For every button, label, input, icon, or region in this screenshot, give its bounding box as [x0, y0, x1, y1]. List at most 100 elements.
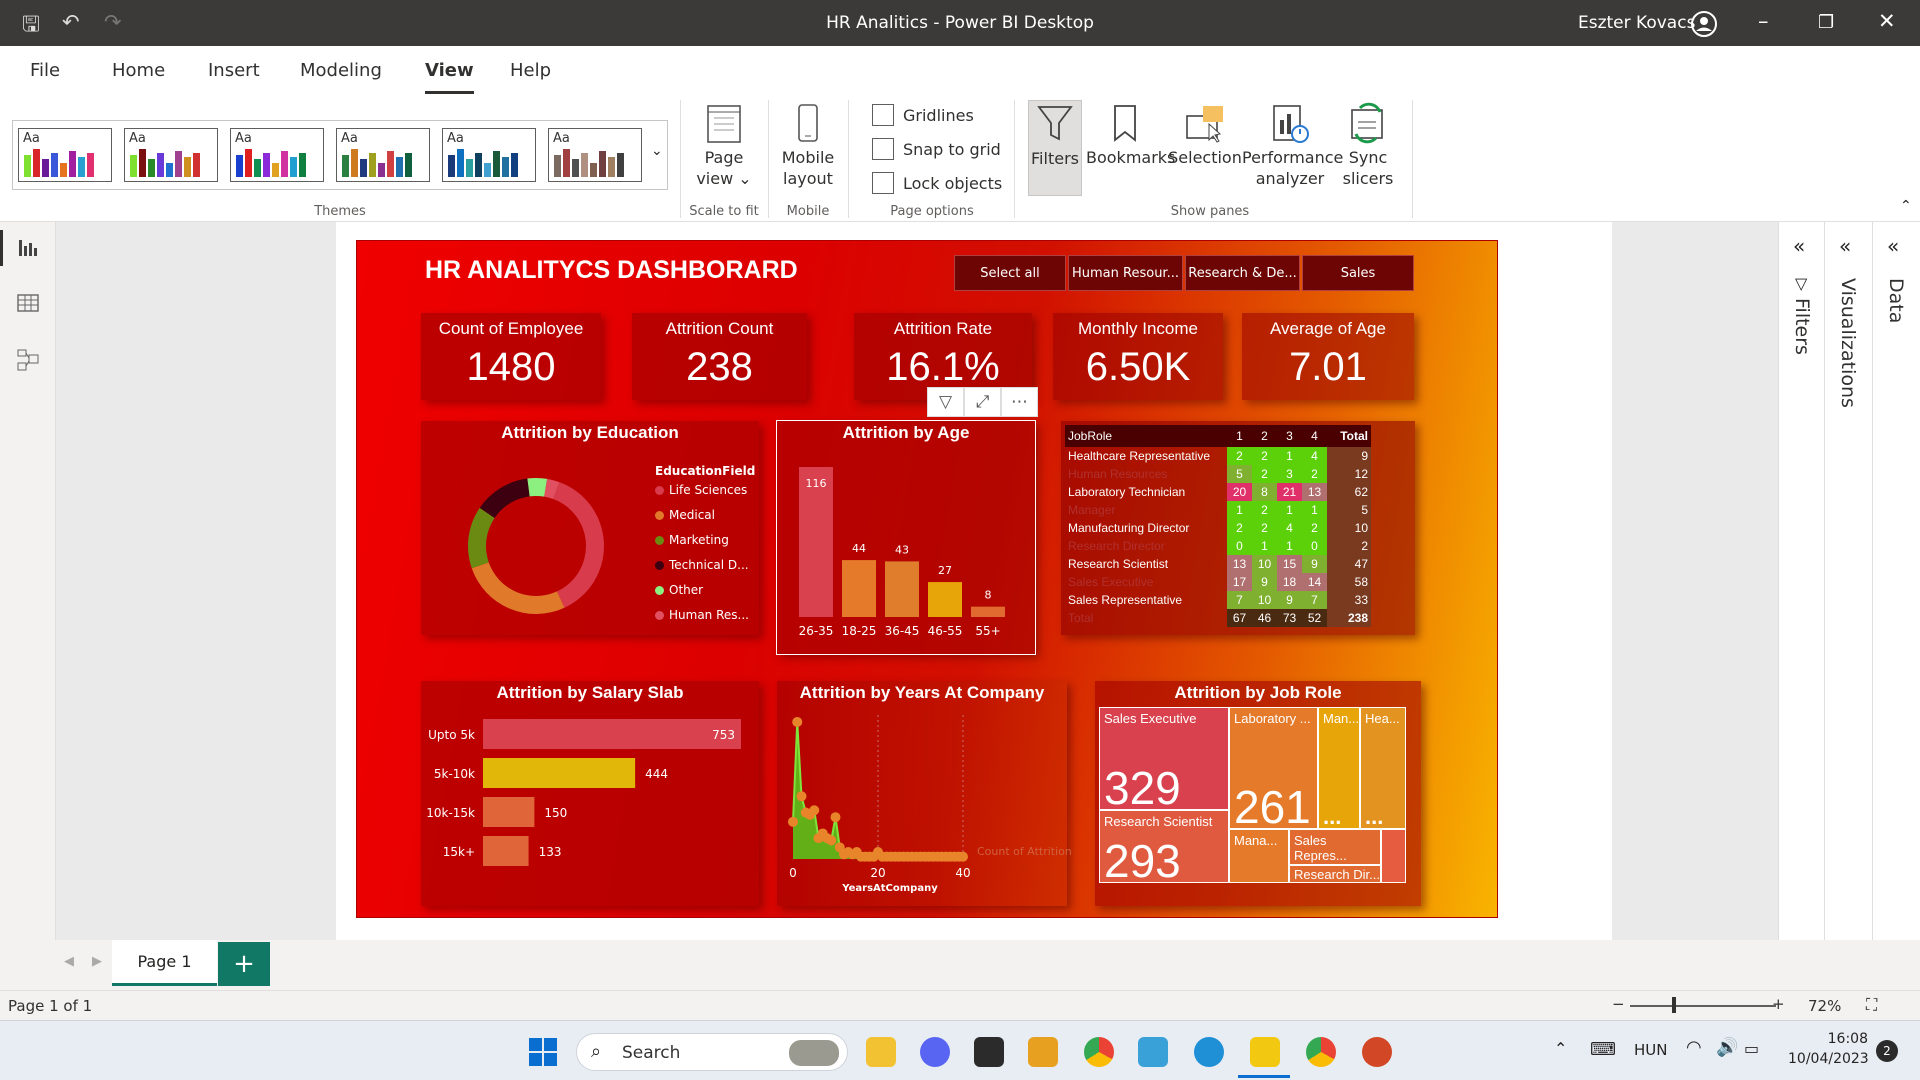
- power-bi-icon[interactable]: [1250, 1037, 1280, 1067]
- battery-icon[interactable]: ▭: [1744, 1039, 1759, 1058]
- language-indicator[interactable]: HUN: [1634, 1041, 1667, 1059]
- header-cell[interactable]: 1: [1227, 425, 1252, 447]
- menu-insert[interactable]: Insert: [208, 60, 260, 81]
- theme-2[interactable]: Aa: [124, 128, 218, 182]
- expand-filters-icon[interactable]: «: [1793, 234, 1805, 258]
- checkbox[interactable]: [872, 138, 894, 160]
- bookmarks-pane-button[interactable]: Bookmarks: [1086, 102, 1175, 168]
- donut-slice[interactable]: [553, 482, 604, 608]
- age-bar[interactable]: [842, 560, 876, 617]
- app-icon[interactable]: [1028, 1037, 1058, 1067]
- zoom-in-icon[interactable]: +: [1772, 995, 1785, 1013]
- more-options-icon[interactable]: ⋯: [1001, 387, 1038, 417]
- treemap-tile-research-director[interactable]: Research Dir...: [1289, 865, 1381, 883]
- salary-bar[interactable]: [483, 836, 529, 866]
- data-point[interactable]: [809, 805, 820, 816]
- salary-bar[interactable]: [483, 758, 636, 788]
- legend-item[interactable]: Marketing: [655, 533, 729, 547]
- matrix-row[interactable]: Sales Executive 17 9 18 14 58: [1065, 573, 1371, 591]
- theme-3[interactable]: Aa: [230, 128, 324, 182]
- salary-bar[interactable]: [483, 797, 535, 827]
- data-point[interactable]: [830, 812, 841, 823]
- jobrole-matrix[interactable]: JobRole 1 2 3 4 Total Healthcare Represe…: [1061, 421, 1415, 635]
- legend-item[interactable]: Technical D...: [655, 558, 749, 572]
- minimize-icon[interactable]: –: [1758, 9, 1769, 33]
- salary-bar[interactable]: [483, 719, 741, 749]
- treemap-tile-sales-representative[interactable]: Sales Repres...: [1289, 829, 1381, 865]
- donut-slice[interactable]: [471, 562, 565, 614]
- matrix-row[interactable]: Research Director 0 1 1 0 2: [1065, 537, 1371, 555]
- data-point[interactable]: [958, 851, 968, 862]
- matrix-row[interactable]: Human Resources 5 2 3 2 12: [1065, 465, 1371, 483]
- data-point[interactable]: [788, 816, 798, 827]
- gridlines-checkbox[interactable]: Gridlines: [872, 104, 974, 126]
- chrome-icon[interactable]: [1084, 1037, 1114, 1067]
- salary-bar-chart[interactable]: Upto 5k 753 5k-10k 444 10k-15k 150 15k+ 133: [421, 711, 759, 903]
- kpi-card[interactable]: Average of Age 7.01: [1242, 313, 1414, 400]
- matrix-row[interactable]: Research Scientist 13 10 15 9 47: [1065, 555, 1371, 573]
- theme-5[interactable]: Aa: [442, 128, 536, 182]
- matrix-row[interactable]: Laboratory Technician 20 8 21 13 62: [1065, 483, 1371, 501]
- file-explorer-icon[interactable]: [866, 1037, 896, 1067]
- theme-6[interactable]: Aa: [548, 128, 642, 182]
- page-view-button[interactable]: Page view ⌄: [688, 102, 760, 189]
- powerpoint-icon[interactable]: [1362, 1037, 1392, 1067]
- prev-page-icon[interactable]: ◀: [64, 954, 74, 969]
- volume-icon[interactable]: 🔊: [1716, 1037, 1738, 1058]
- header-cell[interactable]: 2: [1252, 425, 1277, 447]
- filters-pane-collapsed[interactable]: « ▽ Filters: [1778, 222, 1824, 940]
- performance-analyzer-button[interactable]: Performance analyzer: [1242, 102, 1343, 189]
- data-point[interactable]: [792, 716, 803, 727]
- donut-slice[interactable]: [468, 507, 495, 569]
- kpi-card[interactable]: Monthly Income 6.50K: [1053, 313, 1223, 400]
- zoom-slider-thumb[interactable]: [1672, 997, 1676, 1013]
- age-bar[interactable]: [928, 582, 962, 617]
- model-view-icon[interactable]: [17, 348, 39, 372]
- legend-item[interactable]: Life Sciences: [655, 483, 747, 497]
- add-page-button[interactable]: +: [218, 942, 270, 986]
- jobrole-treemap-visual[interactable]: Attrition by Job Role Sales Executive 329…: [1095, 681, 1421, 906]
- slicer-sales[interactable]: Sales: [1302, 255, 1414, 291]
- focus-mode-icon[interactable]: ⤢: [964, 387, 1001, 417]
- selection-pane-button[interactable]: Selection: [1168, 102, 1242, 168]
- matrix-row[interactable]: Manager 1 2 1 1 5: [1065, 501, 1371, 519]
- next-page-icon[interactable]: ▶: [92, 954, 102, 969]
- treemap-tile-human-resources[interactable]: [1381, 829, 1406, 883]
- windows-start-icon[interactable]: [528, 1037, 558, 1067]
- kpi-card[interactable]: Attrition Count 238: [632, 313, 807, 400]
- years-area-chart[interactable]: 0 20 40 YearsAtCompany Count of Attrition: [777, 707, 1077, 905]
- mobile-layout-button[interactable]: Mobile layout: [776, 102, 840, 189]
- search-box[interactable]: ⌕ Search: [576, 1033, 848, 1071]
- menu-help[interactable]: Help: [510, 60, 551, 81]
- menu-file[interactable]: File: [30, 60, 60, 81]
- legend-item[interactable]: Other: [655, 583, 703, 597]
- donut-chart[interactable]: [461, 471, 611, 621]
- tray-overflow-icon[interactable]: ⌃: [1554, 1039, 1567, 1058]
- matrix-row[interactable]: Sales Representative 7 10 9 7 33: [1065, 591, 1371, 609]
- theme-4[interactable]: Aa: [336, 128, 430, 182]
- expand-data-icon[interactable]: «: [1887, 234, 1899, 258]
- education-donut-visual[interactable]: Attrition by Education EducationField Li…: [421, 421, 759, 635]
- age-bar-visual[interactable]: Attrition by Age 116 26-35 44 18-25 43 36-45 2…: [776, 420, 1036, 655]
- slicer-select-all[interactable]: Select all: [954, 255, 1066, 291]
- treemap-tile-manager[interactable]: Man......: [1318, 707, 1360, 829]
- app-icon[interactable]: [1138, 1037, 1168, 1067]
- matrix-row[interactable]: Total 67 46 73 52 238: [1065, 609, 1371, 627]
- age-bar[interactable]: [885, 561, 919, 617]
- treemap-tile-manufacturing[interactable]: Mana...: [1229, 829, 1289, 883]
- clock-date[interactable]: 10/04/2023: [1788, 1051, 1869, 1067]
- legend-item[interactable]: Human Res...: [655, 608, 749, 622]
- table-view-icon[interactable]: [17, 292, 39, 314]
- lock-objects-checkbox[interactable]: Lock objects: [872, 172, 1002, 194]
- collapse-ribbon-icon[interactable]: ⌃: [1900, 198, 1912, 214]
- chrome-profile-icon[interactable]: [1306, 1037, 1336, 1067]
- header-cell[interactable]: 4: [1302, 425, 1327, 447]
- data-point[interactable]: [796, 791, 807, 802]
- menu-view[interactable]: View: [425, 60, 474, 94]
- themes-expand-icon[interactable]: ⌄: [651, 143, 663, 159]
- visualizations-pane-collapsed[interactable]: « Visualizations: [1824, 222, 1872, 940]
- wifi-icon[interactable]: ◠: [1686, 1037, 1702, 1058]
- discord-icon[interactable]: [920, 1037, 950, 1067]
- legend-item[interactable]: Medical: [655, 508, 715, 522]
- age-bar-chart[interactable]: 116 26-35 44 18-25 43 36-45 27 46-55 8 55+: [777, 447, 1035, 652]
